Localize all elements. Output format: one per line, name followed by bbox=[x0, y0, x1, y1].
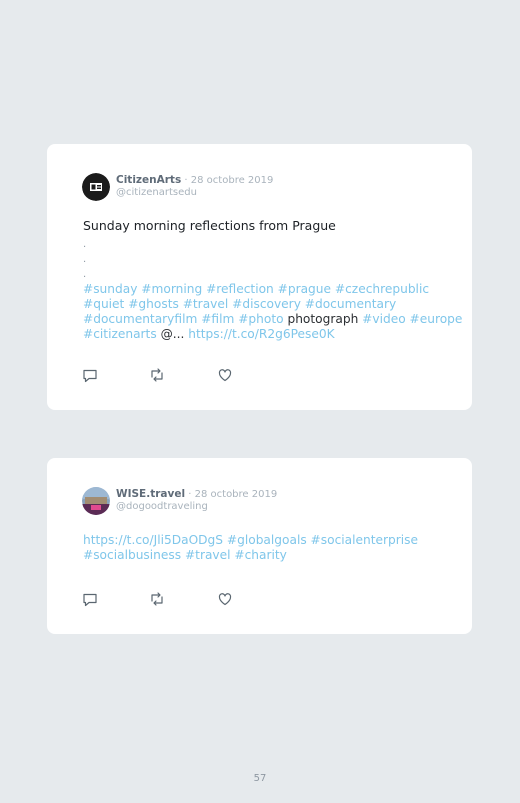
separator: · bbox=[184, 175, 188, 186]
tweet-date[interactable]: 28 octobre 2019 bbox=[195, 489, 278, 500]
tweet-card: CitizenArts · 28 octobre 2019 @citizenar… bbox=[47, 144, 472, 410]
tweet-actions bbox=[82, 367, 242, 383]
tweet-actions bbox=[82, 591, 242, 607]
like-icon[interactable] bbox=[217, 591, 233, 607]
tweet-line: #citizenarts @... https://t.co/R2g6Pese0… bbox=[83, 327, 442, 342]
author-name[interactable]: CitizenArts bbox=[116, 174, 181, 186]
dot-line: . bbox=[83, 254, 87, 265]
tweet-header: CitizenArts · 28 octobre 2019 bbox=[116, 174, 273, 186]
hashtag-link[interactable]: #citizenarts bbox=[83, 327, 161, 341]
dot-line: . bbox=[83, 269, 87, 280]
separator: · bbox=[188, 489, 192, 500]
tweet-body-lines: #sunday #morning #reflection #prague #cz… bbox=[83, 282, 462, 342]
tweet-text: Sunday morning reflections from Prague .… bbox=[83, 218, 462, 342]
hashtag-link[interactable]: https://t.co/R2g6Pese0K bbox=[188, 327, 334, 341]
hashtag-link[interactable]: #video #europe bbox=[358, 312, 462, 326]
hashtag-link[interactable]: https://t.co/Jli5DaODgS #globalgoals #so… bbox=[83, 533, 418, 547]
hashtag-link[interactable]: #socialbusiness #travel #charity bbox=[83, 548, 287, 562]
hashtag-link[interactable]: #quiet #ghosts #travel #discovery #docum… bbox=[83, 297, 396, 311]
dot-line: . bbox=[83, 239, 87, 250]
page-number: 57 bbox=[253, 773, 267, 784]
retweet-icon[interactable] bbox=[149, 367, 165, 383]
tweet-line: #documentaryfilm #film #photo photograph… bbox=[83, 312, 462, 327]
avatar[interactable] bbox=[82, 487, 110, 515]
tweet-header: WISE.travel · 28 octobre 2019 bbox=[116, 488, 277, 500]
tweet-text: https://t.co/Jli5DaODgS #globalgoals #so… bbox=[83, 533, 442, 563]
text-segment: @... bbox=[160, 327, 189, 341]
tweet-body-lines: https://t.co/Jli5DaODgS #globalgoals #so… bbox=[83, 533, 442, 563]
avatar[interactable] bbox=[82, 173, 110, 201]
tweet-card: WISE.travel · 28 octobre 2019 @dogoodtra… bbox=[47, 458, 472, 634]
author-handle[interactable]: @citizenartsedu bbox=[116, 187, 197, 198]
reply-icon[interactable] bbox=[82, 591, 98, 607]
tweet-line: #quiet #ghosts #travel #discovery #docum… bbox=[83, 297, 442, 312]
like-icon[interactable] bbox=[217, 367, 233, 383]
tweet-date[interactable]: 28 octobre 2019 bbox=[191, 175, 274, 186]
author-handle[interactable]: @dogoodtraveling bbox=[116, 501, 208, 512]
retweet-icon[interactable] bbox=[149, 591, 165, 607]
hashtag-link[interactable]: #documentaryfilm #film #photo bbox=[83, 312, 287, 326]
hashtag-link[interactable]: #sunday #morning #reflection #prague #cz… bbox=[83, 282, 429, 296]
tweet-line: https://t.co/Jli5DaODgS #globalgoals #so… bbox=[83, 533, 442, 548]
tweet-lead: Sunday morning reflections from Prague bbox=[83, 218, 336, 233]
tweet-line: #socialbusiness #travel #charity bbox=[83, 548, 442, 563]
author-name[interactable]: WISE.travel bbox=[116, 488, 185, 500]
reply-icon[interactable] bbox=[82, 367, 98, 383]
text-segment: photograph bbox=[287, 312, 359, 326]
tweet-line: #sunday #morning #reflection #prague #cz… bbox=[83, 282, 442, 297]
